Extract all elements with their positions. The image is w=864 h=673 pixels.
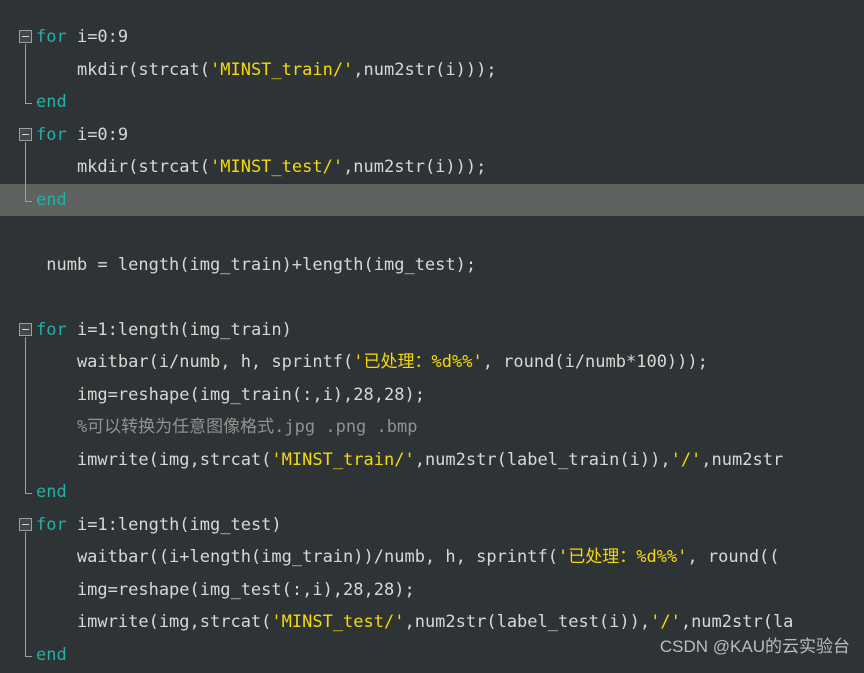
code-line-text: end (36, 476, 67, 509)
code-token-pln: , round(( (687, 547, 780, 567)
code-line[interactable]: for i=1:length(img_test) (0, 509, 864, 542)
code-line[interactable]: end (0, 476, 864, 509)
code-line[interactable]: for i=1:length(img_train) (0, 314, 864, 347)
fold-guide-foot (25, 103, 32, 104)
code-token-pln: ,num2str(i))); (353, 59, 497, 80)
code-token-pln: waitbar((i+length(img_train))/numb, h, s… (36, 547, 558, 567)
code-token-str: '已处理：%d%%' (353, 352, 483, 372)
fold-collapse-icon[interactable] (19, 322, 32, 336)
fold-guide-foot (25, 655, 32, 657)
code-token-pln: ,num2str (701, 449, 784, 470)
code-line[interactable]: img=reshape(img_test(:,i),28,28); (0, 574, 864, 607)
code-token-str: '/' (670, 449, 702, 470)
current-line-highlight (36, 183, 864, 216)
code-line-text: for i=0:9 (36, 119, 128, 152)
code-token-kw: for (36, 27, 67, 47)
code-token-str: '/' (650, 612, 681, 632)
code-token-kw: for (36, 319, 67, 340)
code-line-text: img=reshape(img_train(:,i),28,28); (36, 379, 425, 412)
code-token-pln: waitbar(i/numb, h, sprintf( (36, 352, 354, 372)
csdn-watermark: CSDN @KAU的云实验台 (659, 636, 850, 656)
code-token-kw: end (36, 189, 67, 210)
code-line[interactable]: waitbar((i+length(img_train))/numb, h, s… (0, 541, 864, 574)
code-line-text: %可以转换为任意图像格式.jpg .png .bmp (36, 411, 418, 444)
code-token-pln: mkdir(strcat( (36, 59, 210, 80)
code-token-pln: img=reshape(img_test(:,i),28,28); (36, 579, 415, 600)
code-token-pln: i=1:length(img_train) (66, 319, 292, 340)
fold-collapse-icon[interactable] (19, 30, 32, 43)
code-token-kw: for (36, 514, 67, 535)
code-line[interactable]: imwrite(img,strcat('MINST_train/',num2st… (0, 444, 864, 477)
code-token-pln: i=0:9 (66, 124, 129, 145)
code-token-pln: i=0:9 (66, 27, 129, 47)
code-token-pln: ,num2str(label_train(i)), (414, 449, 671, 470)
code-line-text: for i=1:length(img_train) (36, 314, 292, 347)
code-line-text: for i=0:9 (36, 21, 128, 54)
code-line[interactable]: for i=0:9 (0, 119, 864, 152)
code-line-text: end (36, 184, 67, 217)
code-token-pln: imwrite(img,strcat( (36, 449, 272, 470)
code-line-text: for i=1:length(img_test) (36, 509, 282, 542)
code-line-text: mkdir(strcat('MINST_test/',num2str(i))); (36, 151, 486, 184)
code-line-text: end (36, 639, 67, 672)
code-line[interactable]: img=reshape(img_train(:,i),28,28); (0, 379, 864, 412)
code-token-pln: mkdir(strcat( (36, 157, 210, 177)
code-token-str: '已处理：%d%%' (557, 547, 688, 567)
code-line-text: img=reshape(img_test(:,i),28,28); (36, 574, 415, 607)
code-token-pln: , round(i/numb*100))); (482, 352, 708, 372)
fold-guide-foot (25, 493, 32, 494)
code-token-pln: imwrite(img,strcat( (36, 612, 272, 632)
code-line-text: waitbar(i/numb, h, sprintf('已处理：%d%%', r… (36, 346, 708, 379)
code-token-kw: end (36, 482, 67, 502)
code-token-str: 'MINST_test/' (210, 157, 344, 177)
code-token-cmt: %可以转换为任意图像格式.jpg .png .bmp (36, 417, 418, 437)
fold-guide-line (25, 336, 26, 493)
code-line[interactable] (0, 281, 864, 314)
code-line[interactable]: numb = length(img_train)+length(img_test… (0, 249, 864, 282)
fold-collapse-icon[interactable] (19, 127, 32, 141)
code-token-pln: i=1:length(img_test) (66, 514, 282, 535)
code-line[interactable]: for i=0:9 (0, 21, 864, 54)
code-line-text: numb = length(img_train)+length(img_test… (36, 249, 476, 282)
code-line-text: waitbar((i+length(img_train))/numb, h, s… (36, 541, 780, 574)
code-line-text: end (36, 86, 67, 119)
code-line[interactable]: end (0, 183, 864, 217)
code-token-kw: end (36, 644, 67, 665)
code-token-pln: ,num2str(i))); (343, 157, 487, 177)
code-line[interactable]: waitbar(i/numb, h, sprintf('已处理：%d%%', r… (0, 346, 864, 379)
code-token-str: 'MINST_train/' (271, 449, 415, 470)
fold-guide-line (25, 531, 26, 656)
fold-guide-line (25, 44, 26, 103)
fold-guide-line (25, 141, 26, 201)
code-line-text: imwrite(img,strcat('MINST_train/',num2st… (36, 444, 783, 477)
code-line[interactable]: %可以转换为任意图像格式.jpg .png .bmp (0, 411, 864, 444)
code-line[interactable] (0, 216, 864, 249)
code-line[interactable]: mkdir(strcat('MINST_train/',num2str(i)))… (0, 54, 864, 87)
code-token-str: 'MINST_train/' (210, 59, 354, 80)
code-editor[interactable]: for i=0:9 mkdir(strcat('MINST_train/',nu… (0, 0, 864, 673)
code-token-pln: img=reshape(img_train(:,i),28,28); (36, 384, 425, 405)
code-text-area[interactable]: for i=0:9 mkdir(strcat('MINST_train/',nu… (0, 0, 864, 673)
code-token-pln: numb = length(img_train)+length(img_test… (36, 254, 477, 275)
code-token-pln: ,num2str(label_test(i)), (404, 612, 651, 632)
code-token-pln: ,num2str(la (680, 612, 794, 632)
code-token-kw: end (36, 92, 67, 112)
code-token-str: 'MINST_test/' (271, 612, 405, 632)
fold-guide-foot (25, 200, 32, 202)
code-line-text: mkdir(strcat('MINST_train/',num2str(i)))… (36, 54, 497, 87)
code-line[interactable]: mkdir(strcat('MINST_test/',num2str(i))); (0, 151, 864, 184)
fold-collapse-icon[interactable] (19, 517, 32, 531)
code-token-kw: for (36, 124, 67, 145)
code-line[interactable]: end (0, 86, 864, 119)
